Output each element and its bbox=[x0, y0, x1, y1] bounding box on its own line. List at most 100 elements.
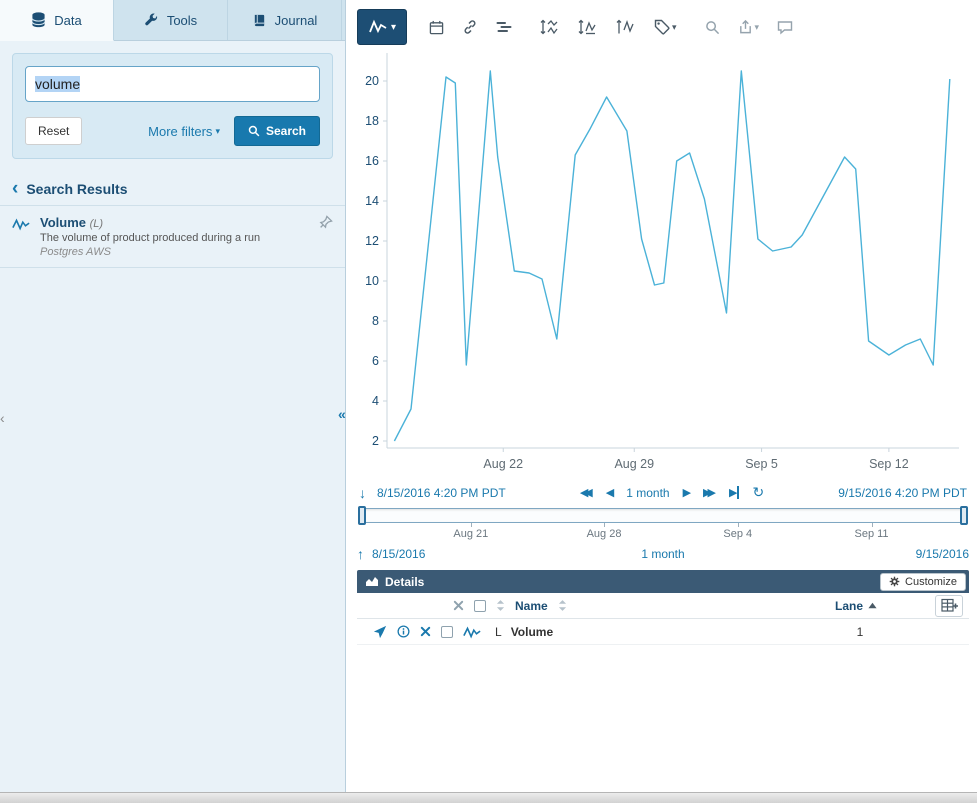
result-unit: (L) bbox=[90, 218, 103, 230]
one-lane-button[interactable] bbox=[534, 15, 566, 39]
date-range-button[interactable] bbox=[423, 16, 450, 39]
database-icon bbox=[31, 12, 46, 28]
info-icon[interactable] bbox=[397, 625, 410, 638]
tab-journal[interactable]: Journal bbox=[228, 0, 342, 40]
page-forward-button[interactable]: ▶ bbox=[683, 486, 690, 499]
svg-text:20: 20 bbox=[365, 74, 379, 88]
svg-text:6: 6 bbox=[372, 354, 379, 368]
search-actions: Reset More filters ▾ Search bbox=[25, 116, 320, 146]
slider-track[interactable] bbox=[359, 508, 967, 523]
investigate-start[interactable]: 8/15/2016 bbox=[372, 547, 425, 561]
svg-text:Aug 22: Aug 22 bbox=[483, 457, 523, 471]
result-description: The volume of product produced during a … bbox=[40, 232, 304, 244]
tab-label: Tools bbox=[167, 13, 197, 28]
autoscale-button[interactable] bbox=[610, 15, 642, 39]
capsules-icon bbox=[496, 20, 512, 34]
remove-all-icon[interactable] bbox=[453, 600, 464, 611]
view-mode-dropdown[interactable]: ▾ bbox=[357, 9, 407, 45]
sort-icon[interactable] bbox=[558, 599, 567, 612]
sidebar-collapse-handle[interactable]: « bbox=[338, 406, 346, 422]
export-dropdown[interactable]: ▾ bbox=[732, 15, 766, 39]
more-filters-link[interactable]: More filters ▾ bbox=[148, 124, 220, 139]
display-range-duration[interactable]: 1 month bbox=[626, 486, 669, 500]
sidebar-tabbar: Data Tools Journal bbox=[0, 0, 345, 41]
slider-axis: Aug 21 Aug 28 Sep 4 Sep 11 bbox=[359, 523, 967, 543]
book-icon bbox=[252, 13, 267, 28]
column-header-name[interactable]: Name bbox=[515, 599, 548, 613]
search-input-value: volume bbox=[35, 76, 80, 92]
sort-icon[interactable] bbox=[496, 599, 505, 612]
magnifier-icon bbox=[705, 20, 720, 35]
investigate-end[interactable]: 9/15/2016 bbox=[916, 547, 969, 561]
details-header: Details Customize bbox=[357, 570, 969, 593]
svg-text:4: 4 bbox=[372, 394, 379, 408]
svg-text:14: 14 bbox=[365, 194, 379, 208]
search-result-item[interactable]: Volume (L) The volume of product produce… bbox=[0, 205, 345, 268]
reset-button[interactable]: Reset bbox=[25, 117, 82, 145]
annotate-button[interactable] bbox=[771, 16, 799, 39]
move-range-up-button[interactable]: ↑ bbox=[357, 546, 364, 562]
chain-view-button[interactable] bbox=[456, 15, 484, 39]
row-signal-name[interactable]: Volume bbox=[511, 625, 553, 639]
tab-tools[interactable]: Tools bbox=[114, 0, 228, 40]
window-collapse-handle[interactable]: ‹ bbox=[0, 410, 5, 426]
chevron-down-icon: ▾ bbox=[215, 126, 220, 137]
details-table-row[interactable]: L Volume 1 bbox=[357, 619, 969, 645]
investigate-duration[interactable]: 1 month bbox=[641, 547, 684, 561]
trend-icon bbox=[368, 19, 388, 35]
search-input[interactable]: volume bbox=[25, 66, 320, 102]
jump-to-signal-icon[interactable] bbox=[373, 625, 387, 639]
column-header-lane[interactable]: Lane bbox=[835, 599, 877, 613]
tab-data[interactable]: Data bbox=[0, 0, 114, 41]
search-button[interactable]: Search bbox=[234, 116, 320, 146]
result-text: Volume (L) The volume of product produce… bbox=[40, 215, 304, 258]
search-panel: volume Reset More filters ▾ Search bbox=[12, 53, 333, 159]
one-lane-icon bbox=[540, 19, 560, 35]
date-range-slider: Aug 21 Aug 28 Sep 4 Sep 11 bbox=[359, 508, 967, 543]
trend-chart-svg: 2468101214161820Aug 22Aug 29Sep 5Sep 12 bbox=[357, 48, 971, 478]
zoom-button[interactable] bbox=[699, 16, 726, 39]
display-range-start[interactable]: 8/15/2016 4:20 PM PDT bbox=[377, 486, 506, 500]
gear-icon bbox=[889, 576, 900, 587]
tab-label: Journal bbox=[275, 13, 318, 28]
step-to-now-button[interactable]: ▶ bbox=[729, 486, 739, 499]
svg-text:12: 12 bbox=[365, 234, 379, 248]
refresh-icon[interactable]: ↻ bbox=[752, 484, 764, 501]
slider-tick-label: Aug 21 bbox=[453, 528, 488, 540]
display-range-end[interactable]: 9/15/2016 4:20 PM PDT bbox=[838, 486, 967, 500]
capsule-list-button[interactable] bbox=[490, 16, 518, 38]
tag-icon bbox=[654, 19, 670, 35]
slider-tick-label: Sep 4 bbox=[723, 528, 752, 540]
trend-chart[interactable]: 2468101214161820Aug 22Aug 29Sep 5Sep 12 bbox=[357, 48, 969, 484]
result-datasource: Postgres AWS bbox=[40, 246, 304, 258]
caret-down-icon: ▾ bbox=[755, 22, 760, 33]
toolgroup-range bbox=[423, 15, 518, 39]
caret-down-icon: ▾ bbox=[672, 22, 677, 33]
pin-icon[interactable] bbox=[318, 215, 333, 230]
slider-tick-label: Sep 11 bbox=[855, 528, 889, 540]
add-column-button[interactable] bbox=[935, 595, 963, 617]
page-forward-full-button[interactable]: ▶▶ bbox=[703, 486, 716, 499]
customize-button[interactable]: Customize bbox=[880, 573, 966, 591]
row-checkbox[interactable] bbox=[441, 626, 453, 638]
select-all-checkbox[interactable] bbox=[474, 600, 486, 612]
remove-signal-icon[interactable] bbox=[420, 626, 431, 637]
signal-icon bbox=[463, 625, 481, 639]
svg-text:Sep 5: Sep 5 bbox=[745, 457, 778, 471]
autoscale-icon bbox=[616, 19, 636, 35]
calendar-icon bbox=[429, 20, 444, 35]
area-chart-icon bbox=[365, 576, 379, 587]
move-range-down-button[interactable]: ↓ bbox=[359, 485, 377, 501]
page-back-button[interactable]: ◀ bbox=[606, 486, 613, 499]
one-axis-button[interactable] bbox=[572, 15, 604, 39]
details-title: Details bbox=[385, 575, 424, 589]
add-column-icon bbox=[941, 598, 958, 613]
back-chevron-icon[interactable]: ‹ bbox=[12, 183, 18, 195]
lane-tag: L bbox=[495, 625, 502, 639]
slider-tick-label: Aug 28 bbox=[587, 528, 622, 540]
signal-icon bbox=[12, 217, 30, 258]
labels-dropdown[interactable]: ▾ bbox=[648, 15, 683, 39]
page-back-full-button[interactable]: ◀◀ bbox=[580, 486, 593, 499]
toolgroup-lanes: ▾ bbox=[534, 15, 683, 39]
export-icon bbox=[738, 19, 753, 35]
